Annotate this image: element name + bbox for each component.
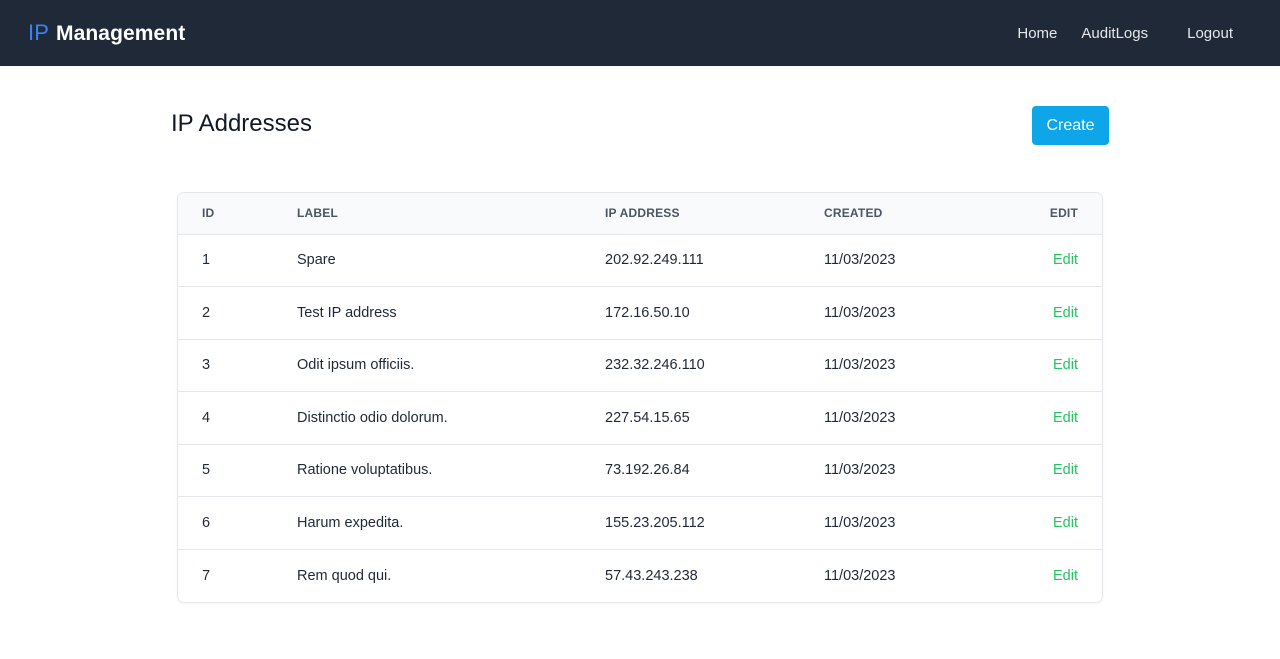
cell-created: 11/03/2023: [824, 567, 896, 584]
cell-edit: Edit: [1024, 339, 1102, 392]
page-title: IP Addresses: [171, 110, 312, 137]
cell-label: Odit ipsum officiis.: [297, 357, 415, 374]
cell-created: 11/03/2023: [824, 357, 896, 374]
cell-label: Rem quod qui.: [297, 567, 392, 584]
cell-edit: Edit: [1024, 392, 1102, 445]
ip-address-table-card: ID LABEL IP ADDRESS CREATED EDIT 1 Spare…: [177, 192, 1103, 603]
edit-link[interactable]: Edit: [1053, 357, 1078, 373]
top-navbar: IP Management Home AuditLogs Logout: [0, 0, 1280, 66]
cell-ip-address: 155.23.205.112: [605, 514, 705, 531]
cell-label: Spare: [297, 252, 336, 269]
edit-link[interactable]: Edit: [1053, 568, 1078, 584]
cell-created: 11/03/2023: [824, 252, 896, 269]
edit-link[interactable]: Edit: [1053, 462, 1078, 478]
edit-link[interactable]: Edit: [1053, 515, 1078, 531]
table-row: 7 Rem quod qui. 57.43.243.238 11/03/2023…: [178, 549, 1102, 602]
column-header-created: CREATED: [824, 206, 883, 221]
column-header-label: LABEL: [297, 206, 338, 221]
cell-edit: Edit: [1024, 234, 1102, 287]
edit-link[interactable]: Edit: [1053, 252, 1078, 268]
table-body: 1 Spare 202.92.249.111 11/03/2023 Edit 2…: [178, 234, 1102, 602]
table-row: 1 Spare 202.92.249.111 11/03/2023 Edit: [178, 234, 1102, 287]
table-header-row: ID LABEL IP ADDRESS CREATED EDIT: [178, 193, 1102, 234]
cell-id: 1: [202, 252, 211, 269]
nav-links: Home AuditLogs Logout: [1017, 25, 1233, 42]
cell-created: 11/03/2023: [824, 514, 896, 531]
table-row: 3 Odit ipsum officiis. 232.32.246.110 11…: [178, 339, 1102, 392]
edit-link[interactable]: Edit: [1053, 410, 1078, 426]
nav-link-audit-logs[interactable]: AuditLogs: [1081, 25, 1148, 42]
brand-ip-text: IP: [28, 20, 49, 45]
ip-address-table: ID LABEL IP ADDRESS CREATED EDIT 1 Spare…: [178, 193, 1102, 602]
cell-created: 11/03/2023: [824, 462, 896, 479]
column-header-ip-address: IP ADDRESS: [605, 206, 680, 221]
create-button[interactable]: Create: [1032, 106, 1109, 145]
table-row: 6 Harum expedita. 155.23.205.112 11/03/2…: [178, 496, 1102, 550]
cell-edit: Edit: [1024, 444, 1102, 497]
cell-created: 11/03/2023: [824, 409, 896, 426]
cell-edit: Edit: [1024, 549, 1102, 602]
cell-ip-address: 73.192.26.84: [605, 462, 690, 479]
cell-label: Distinctio odio dolorum.: [297, 409, 448, 426]
cell-edit: Edit: [1024, 287, 1102, 340]
nav-link-home[interactable]: Home: [1017, 25, 1057, 42]
main-content: IP Addresses Create ID LABEL IP ADDRESS …: [171, 66, 1109, 603]
cell-ip-address: 232.32.246.110: [605, 357, 705, 374]
cell-id: 2: [202, 304, 211, 321]
nav-link-logout[interactable]: Logout: [1187, 25, 1233, 42]
cell-id: 5: [202, 462, 211, 479]
cell-id: 7: [202, 567, 211, 584]
column-header-edit: EDIT: [1049, 206, 1078, 221]
edit-link[interactable]: Edit: [1053, 305, 1078, 321]
brand-logo[interactable]: IP Management: [28, 20, 185, 46]
page-header: IP Addresses Create: [171, 106, 1109, 192]
cell-label: Test IP address: [297, 304, 397, 321]
cell-ip-address: 202.92.249.111: [605, 252, 704, 269]
table-row: 2 Test IP address 172.16.50.10 11/03/202…: [178, 286, 1102, 340]
cell-id: 3: [202, 357, 211, 374]
cell-ip-address: 172.16.50.10: [605, 304, 690, 321]
table-row: 4 Distinctio odio dolorum. 227.54.15.65 …: [178, 391, 1102, 445]
cell-edit: Edit: [1024, 497, 1102, 550]
cell-ip-address: 57.43.243.238: [605, 567, 698, 584]
cell-ip-address: 227.54.15.65: [605, 409, 690, 426]
brand-name-text: Management: [56, 22, 186, 45]
cell-label: Ratione voluptatibus.: [297, 462, 433, 479]
cell-label: Harum expedita.: [297, 514, 404, 531]
cell-id: 4: [202, 409, 211, 426]
column-header-id: ID: [202, 206, 215, 221]
cell-id: 6: [202, 514, 211, 531]
cell-created: 11/03/2023: [824, 304, 896, 321]
table-row: 5 Ratione voluptatibus. 73.192.26.84 11/…: [178, 444, 1102, 497]
table-header: ID LABEL IP ADDRESS CREATED EDIT: [178, 193, 1102, 234]
